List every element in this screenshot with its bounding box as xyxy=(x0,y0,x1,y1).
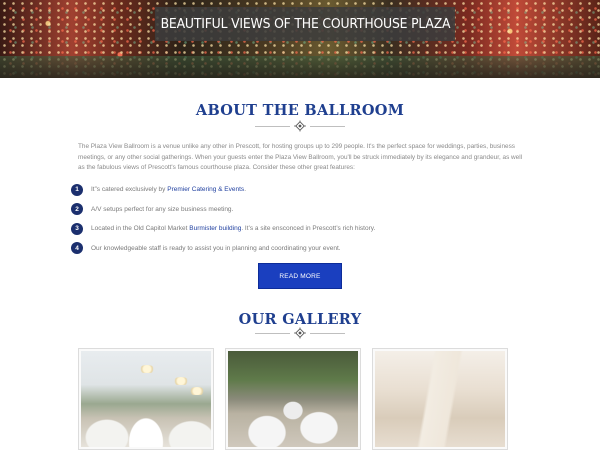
ornament-icon xyxy=(294,327,306,339)
chandelier-icon xyxy=(173,377,189,385)
feature-number-badge: 2 xyxy=(71,203,83,216)
feature-list: 1 It”s catered exclusively by Premier Ca… xyxy=(71,180,531,258)
chandelier-icon xyxy=(139,365,155,373)
hero-title-box: BEAUTIFUL VIEWS OF THE COURTHOUSE PLAZA xyxy=(155,7,455,41)
chandelier-icon xyxy=(189,387,205,395)
ornament-icon xyxy=(294,120,306,132)
feature-item: 4 Our knowledgeable staff is ready to as… xyxy=(71,239,531,259)
ballroom-photo xyxy=(375,351,505,447)
feature-number-badge: 3 xyxy=(71,222,83,235)
about-ornament xyxy=(255,120,345,132)
ballroom-photo xyxy=(228,351,358,447)
gallery-title: OUR GALLERY xyxy=(238,311,362,328)
feature-text: Our knowledgeable staff is ready to assi… xyxy=(91,244,341,252)
feature-number-badge: 4 xyxy=(71,242,83,255)
feature-text: A/V setups perfect for any size business… xyxy=(91,205,234,213)
feature-text: It”s catered exclusively by Premier Cate… xyxy=(91,186,246,194)
feature-number-badge: 1 xyxy=(71,183,83,196)
hero-banner: BEAUTIFUL VIEWS OF THE COURTHOUSE PLAZA xyxy=(0,0,600,78)
gallery-thumbnail-1[interactable] xyxy=(78,348,214,450)
ballroom-photo xyxy=(81,351,211,447)
read-more-button[interactable]: READ MORE xyxy=(258,263,342,289)
premier-catering-link[interactable]: Premier Catering & Events xyxy=(167,186,244,193)
about-title: ABOUT THE BALLROOM xyxy=(195,102,405,119)
feature-item: 2 A/V setups perfect for any size busine… xyxy=(71,200,531,220)
gallery-thumbnail-2[interactable] xyxy=(225,348,361,450)
feature-item: 1 It”s catered exclusively by Premier Ca… xyxy=(71,180,531,200)
hero-title: BEAUTIFUL VIEWS OF THE COURTHOUSE PLAZA xyxy=(160,16,450,32)
feature-item: 3 Located in the Old Capitol Market Burm… xyxy=(71,219,531,239)
burmister-building-link[interactable]: Burmister building xyxy=(189,225,241,232)
gallery-ornament xyxy=(255,327,345,339)
about-intro: The Plaza View Ballroom is a venue unlik… xyxy=(78,143,523,171)
feature-text: Located in the Old Capitol Market Burmis… xyxy=(91,225,376,233)
gallery-thumbnail-3[interactable] xyxy=(372,348,508,450)
